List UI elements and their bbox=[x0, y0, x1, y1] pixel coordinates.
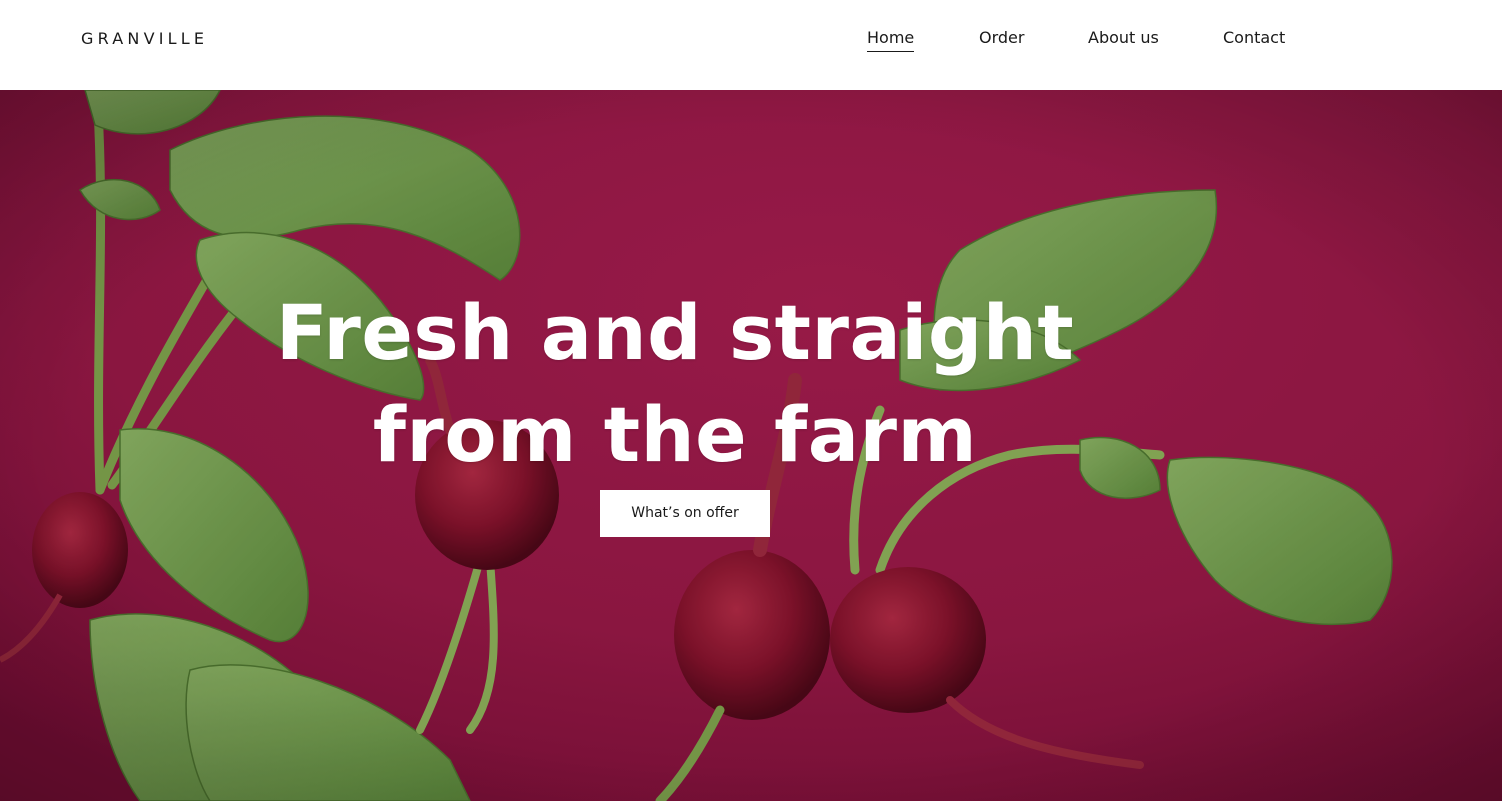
hero-section: Fresh and straight from the farm What’s … bbox=[0, 90, 1502, 801]
site-header: GRANVILLE Home Order About us Contact bbox=[0, 0, 1502, 90]
whats-on-offer-button[interactable]: What’s on offer bbox=[600, 490, 770, 537]
hero-title-line-2: from the farm bbox=[372, 390, 978, 479]
page: GRANVILLE Home Order About us Contact Fr… bbox=[0, 0, 1502, 801]
site-logo[interactable]: GRANVILLE bbox=[81, 29, 208, 49]
nav-item-order[interactable]: Order bbox=[979, 28, 1024, 48]
nav-item-home[interactable]: Home bbox=[867, 28, 915, 52]
nav-item-about-us[interactable]: About us bbox=[1088, 28, 1159, 48]
hero-title-line-1: Fresh and straight bbox=[275, 288, 1075, 377]
hero-title: Fresh and straight from the farm bbox=[0, 282, 1350, 486]
nav-item-contact[interactable]: Contact bbox=[1223, 28, 1285, 48]
